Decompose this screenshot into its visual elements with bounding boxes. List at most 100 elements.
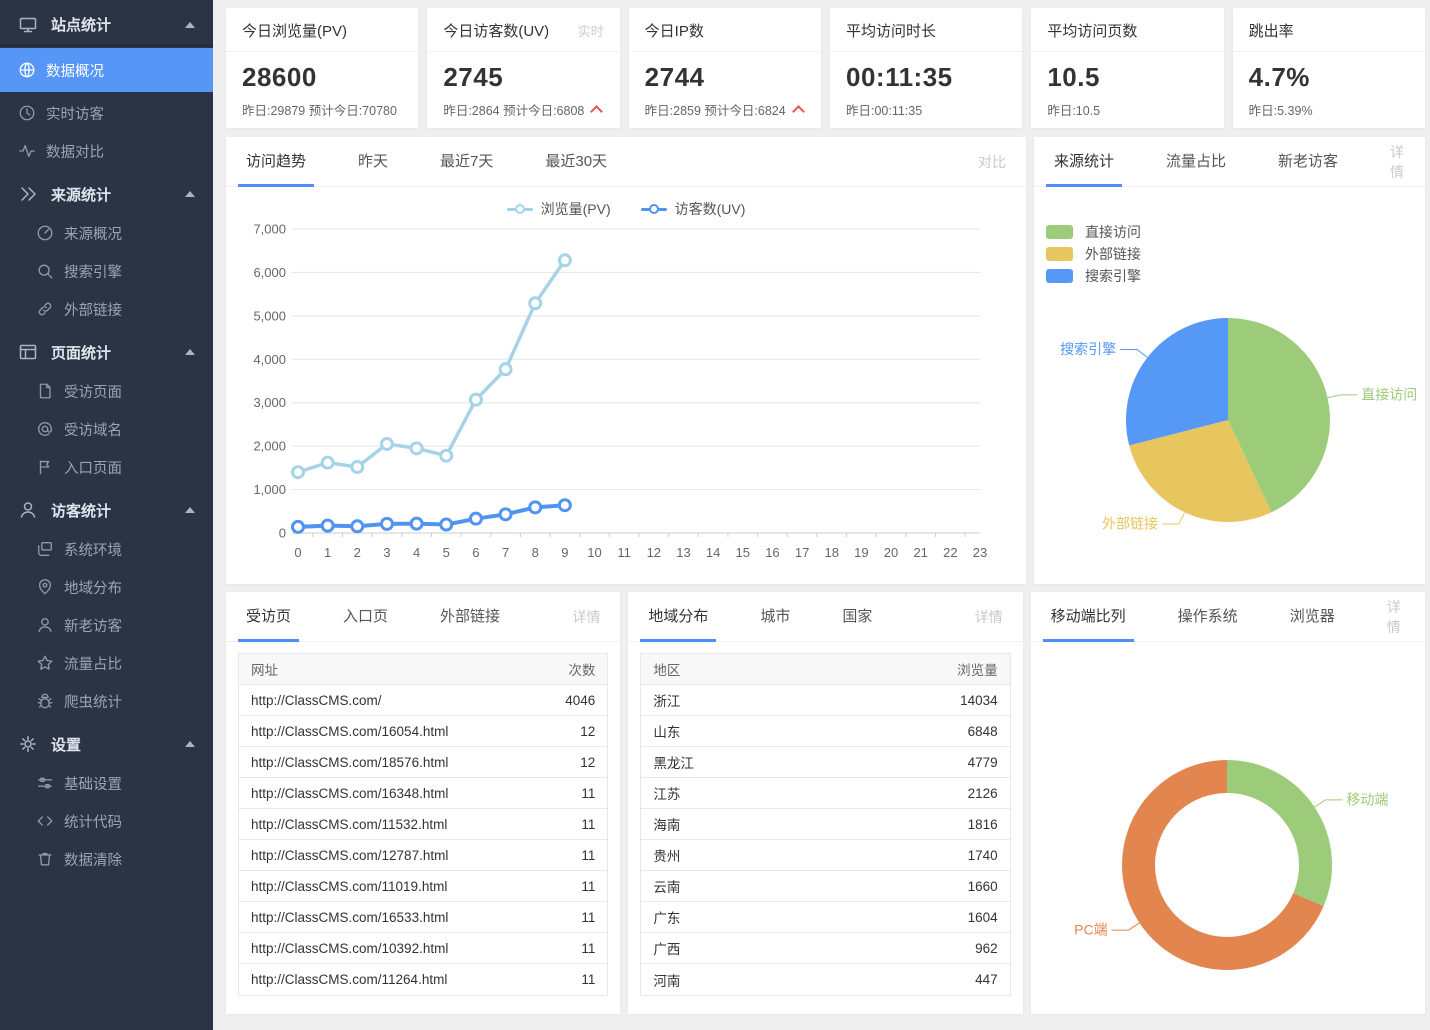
sidebar-item-data-clear[interactable]: 数据清除 bbox=[0, 840, 213, 878]
sidebar-group-settings[interactable]: 设置 bbox=[0, 724, 213, 764]
sidebar-item-traffic-share[interactable]: 流量占比 bbox=[0, 644, 213, 682]
sidebar-item-data-compare[interactable]: 数据对比 bbox=[0, 132, 213, 170]
stat-card-title: 今日浏览量(PV) bbox=[242, 20, 347, 41]
tab-region-distribution[interactable]: 地域分布 bbox=[648, 592, 708, 642]
tab-last-30-days[interactable]: 最近30天 bbox=[545, 137, 607, 187]
device-detail-link[interactable]: 详情 bbox=[1387, 597, 1405, 637]
sidebar-group-source-stats[interactable]: 来源统计 bbox=[0, 174, 213, 214]
sidebar-item-realtime-visitors[interactable]: 实时访客 bbox=[0, 94, 213, 132]
tab-mobile-ratio[interactable]: 移动端比列 bbox=[1051, 592, 1126, 642]
sidebar-item-new-old-visitors[interactable]: 新老访客 bbox=[0, 606, 213, 644]
stat-card-head: 平均访问时长 bbox=[830, 8, 1022, 52]
tab-country[interactable]: 国家 bbox=[842, 592, 872, 642]
compare-link[interactable]: 对比 bbox=[978, 152, 1006, 172]
table-header-value: 浏览量 bbox=[957, 659, 998, 679]
source-legend-item[interactable]: 搜索引擎 bbox=[1046, 265, 1425, 287]
stat-card-value: 4.7% bbox=[1233, 52, 1425, 95]
double-arrow-icon bbox=[18, 184, 38, 204]
visited-detail-link[interactable]: 详情 bbox=[572, 607, 600, 627]
tab-browser[interactable]: 浏览器 bbox=[1290, 592, 1335, 642]
user-icon bbox=[36, 616, 54, 634]
tab-source-stats[interactable]: 来源统计 bbox=[1054, 137, 1114, 187]
sidebar-item-crawler-stats[interactable]: 爬虫统计 bbox=[0, 682, 213, 720]
legend-swatch-icon bbox=[1046, 269, 1073, 283]
table-cell-value: 1740 bbox=[968, 848, 998, 863]
legend-item-pv[interactable]: 浏览量(PV) bbox=[507, 199, 611, 219]
table-cell-key: 山东 bbox=[653, 721, 680, 741]
stat-card-footer: 昨日:2859 预计今日:6824 bbox=[629, 95, 821, 124]
sidebar-item-data-overview[interactable]: 数据概况 bbox=[0, 48, 213, 92]
table-row: http://ClassCMS.com/16054.html12 bbox=[239, 716, 607, 747]
stat-card-footer: 昨日:10.5 bbox=[1031, 95, 1223, 124]
legend-item-uv[interactable]: 访客数(UV) bbox=[641, 199, 746, 219]
svg-text:3: 3 bbox=[383, 545, 390, 560]
svg-text:3,000: 3,000 bbox=[253, 395, 286, 410]
sidebar-group-label: 页面统计 bbox=[51, 342, 111, 363]
table-cell-value: 11 bbox=[581, 972, 595, 987]
source-detail-link[interactable]: 详情 bbox=[1390, 142, 1405, 182]
tab-operating-system[interactable]: 操作系统 bbox=[1178, 592, 1238, 642]
table-cell-value: 12 bbox=[580, 724, 595, 739]
source-legend-item[interactable]: 直接访问 bbox=[1046, 221, 1425, 243]
svg-text:18: 18 bbox=[825, 545, 839, 560]
sidebar-item-tracking-code[interactable]: 统计代码 bbox=[0, 802, 213, 840]
table-cell-key: 贵州 bbox=[653, 845, 680, 865]
svg-text:11: 11 bbox=[617, 545, 631, 560]
tab-new-old-visitors[interactable]: 新老访客 bbox=[1278, 137, 1338, 187]
uv-line-marker-icon bbox=[641, 208, 667, 211]
sidebar-group-label: 设置 bbox=[51, 734, 81, 755]
table-row: http://ClassCMS.com/18576.html12 bbox=[239, 747, 607, 778]
sidebar-group-site-stats[interactable]: 站点统计 bbox=[0, 4, 213, 46]
stat-card-pv: 今日浏览量(PV)28600昨日:29879 预计今日:70780 bbox=[226, 8, 418, 128]
tab-external-links[interactable]: 外部链接 bbox=[440, 592, 500, 642]
sidebar-item-source-overview[interactable]: 来源概况 bbox=[0, 214, 213, 252]
stat-card-value: 2745 bbox=[427, 52, 619, 95]
sidebar-item-label: 入口页面 bbox=[64, 457, 122, 478]
pulse-icon bbox=[18, 142, 36, 160]
svg-text:7: 7 bbox=[502, 545, 509, 560]
stat-card-title: 平均访问页数 bbox=[1047, 20, 1137, 41]
tab-yesterday[interactable]: 昨天 bbox=[358, 137, 388, 187]
sidebar-item-entry-pages[interactable]: 入口页面 bbox=[0, 448, 213, 486]
gauge-icon bbox=[36, 224, 54, 242]
tab-visited-pages[interactable]: 受访页 bbox=[246, 592, 291, 642]
source-legend-item[interactable]: 外部链接 bbox=[1046, 243, 1425, 265]
sidebar-group-visitor-stats[interactable]: 访客统计 bbox=[0, 490, 213, 530]
realtime-badge: 实时 bbox=[578, 21, 604, 40]
tab-traffic-share[interactable]: 流量占比 bbox=[1166, 137, 1226, 187]
tab-city[interactable]: 城市 bbox=[760, 592, 790, 642]
svg-text:12: 12 bbox=[647, 545, 661, 560]
tab-visit-trend[interactable]: 访问趋势 bbox=[246, 137, 306, 187]
code-icon bbox=[36, 812, 54, 830]
sidebar-item-visited-pages[interactable]: 受访页面 bbox=[0, 372, 213, 410]
source-pie-legend: 直接访问外部链接搜索引擎 bbox=[1034, 187, 1425, 287]
sidebar-item-basic-settings[interactable]: 基础设置 bbox=[0, 764, 213, 802]
collapse-caret-icon bbox=[185, 191, 195, 197]
stat-card-footer-text: 昨日:2864 预计今日:6808 bbox=[443, 100, 584, 119]
legend-uv-label: 访客数(UV) bbox=[675, 199, 746, 219]
table-cell-value: 11 bbox=[581, 848, 595, 863]
table-row: 河南447 bbox=[641, 964, 1009, 995]
sidebar-item-external-links[interactable]: 外部链接 bbox=[0, 290, 213, 328]
sidebar-group-page-stats[interactable]: 页面统计 bbox=[0, 332, 213, 372]
stat-card-title: 今日访客数(UV) bbox=[443, 20, 549, 41]
region-detail-link[interactable]: 详情 bbox=[975, 607, 1003, 627]
sliders-icon bbox=[36, 774, 54, 792]
sidebar-item-system-env[interactable]: 系统环境 bbox=[0, 530, 213, 568]
sidebar-item-label: 搜索引擎 bbox=[64, 261, 122, 282]
svg-text:22: 22 bbox=[943, 545, 957, 560]
globe-icon bbox=[18, 61, 36, 79]
svg-text:5: 5 bbox=[443, 545, 450, 560]
gear-icon bbox=[18, 734, 38, 754]
table-cell-value: 4779 bbox=[968, 755, 998, 770]
window-icon bbox=[18, 342, 38, 362]
tab-entry-pages[interactable]: 入口页 bbox=[343, 592, 388, 642]
stat-card-footer: 昨日:00:11:35 bbox=[830, 95, 1022, 124]
sidebar-item-region-distribution[interactable]: 地域分布 bbox=[0, 568, 213, 606]
tab-last-7-days[interactable]: 最近7天 bbox=[440, 137, 493, 187]
svg-text:23: 23 bbox=[973, 545, 987, 560]
sidebar-item-visited-domains[interactable]: 受访域名 bbox=[0, 410, 213, 448]
collapse-caret-icon bbox=[185, 349, 195, 355]
bug-icon bbox=[36, 692, 54, 710]
sidebar-item-search-engine[interactable]: 搜索引擎 bbox=[0, 252, 213, 290]
